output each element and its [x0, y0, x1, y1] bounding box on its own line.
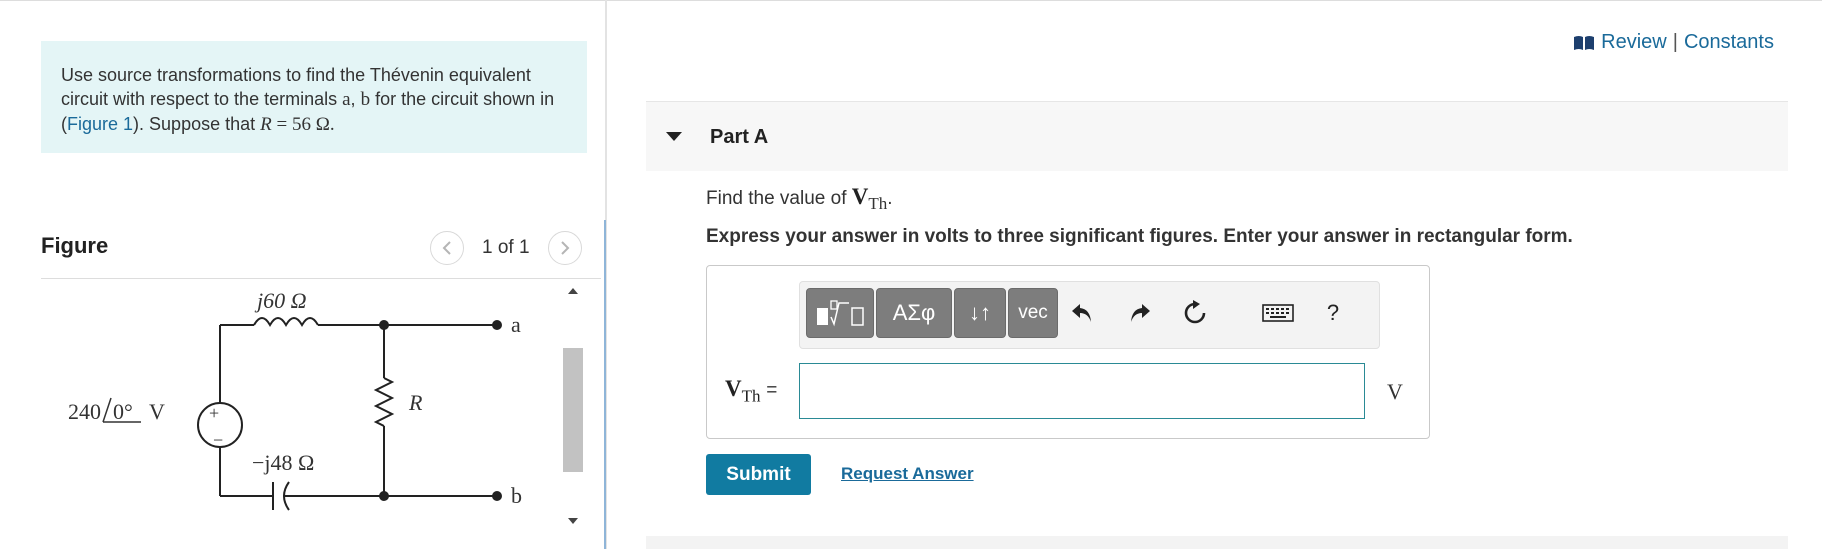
submit-button[interactable]: Submit — [706, 454, 811, 495]
arrows-button[interactable]: ↓↑ — [954, 288, 1006, 338]
vth-symbol: V — [851, 184, 869, 209]
vth-subscript: Th — [868, 193, 888, 213]
resistor-label: R — [408, 390, 423, 415]
inductor-symbol — [253, 317, 319, 328]
question-prefix: Find the value of — [706, 188, 852, 209]
part-title: Part A — [710, 126, 769, 148]
answer-label-sub: Th — [741, 386, 761, 406]
problem-statement: Use source transformations to find the T… — [41, 41, 587, 153]
review-link[interactable]: Review — [1601, 31, 1667, 54]
resistor-symbol — [373, 377, 395, 427]
node-bottom — [379, 491, 389, 501]
constants-link[interactable]: Constants — [1684, 31, 1774, 54]
terminal-a-label: a — [511, 312, 521, 337]
comma: , — [350, 89, 361, 109]
chevron-right-icon — [560, 241, 569, 255]
scroll-thumb[interactable] — [563, 348, 583, 472]
terminal-b-symbol: b — [360, 89, 371, 110]
scroll-down-icon[interactable] — [568, 518, 578, 524]
next-figure-button[interactable] — [547, 231, 582, 265]
redo-button[interactable] — [1122, 296, 1156, 330]
terminal-a-symbol: a — [342, 89, 351, 110]
question-text: Find the value of VTh. — [706, 184, 893, 214]
math-toolbar: ΑΣφ ↓↑ vec ? — [799, 281, 1380, 349]
review-constants: Review | Constants — [1573, 31, 1774, 54]
next-part-strip — [646, 536, 1788, 549]
instruction-text: Express your answer in volts to three si… — [706, 226, 1573, 247]
source-unit: V — [149, 399, 165, 424]
figure-link[interactable]: Figure 1 — [67, 114, 133, 134]
reset-button[interactable] — [1178, 296, 1212, 330]
keyboard-icon — [1262, 304, 1294, 322]
answer-input[interactable] — [799, 363, 1365, 419]
part-a-header[interactable]: Part A — [646, 101, 1788, 171]
figure-scrollbar[interactable] — [562, 280, 584, 549]
circuit-figure: j60 Ω −j48 Ω + − R a b 240 0° V — [41, 280, 561, 549]
source-minus: − — [213, 430, 223, 450]
answer-container: ΑΣφ ↓↑ vec ? VTh = V — [706, 265, 1430, 439]
redo-icon — [1131, 304, 1150, 322]
r-symbol: R — [260, 114, 272, 135]
undo-icon — [1072, 304, 1091, 322]
header-separator: | — [1672, 31, 1678, 53]
source-angle: 0° — [113, 399, 133, 424]
keyboard-button[interactable] — [1260, 296, 1296, 330]
chevron-left-icon — [442, 241, 451, 255]
answer-equals: = — [766, 380, 778, 401]
terminal-b-label: b — [511, 483, 522, 508]
answer-label: VTh = — [725, 376, 777, 407]
caret-down-icon[interactable] — [666, 132, 682, 141]
templates-button[interactable] — [806, 288, 874, 338]
greek-button[interactable]: ΑΣφ — [876, 288, 952, 338]
inductor-label: j60 Ω — [254, 288, 307, 313]
pager-text: 1 of 1 — [482, 237, 530, 258]
source-plus: + — [209, 403, 219, 423]
answer-label-v: V — [725, 376, 742, 401]
prev-figure-button[interactable] — [430, 231, 464, 265]
figure-panel-edge — [604, 220, 606, 549]
problem-text-after: ). Suppose that — [133, 114, 261, 134]
circuit-diagram: j60 Ω −j48 Ω + − R a b 240 0° V — [68, 288, 522, 511]
undo-button[interactable] — [1066, 296, 1100, 330]
source-magnitude: 240 — [68, 399, 101, 424]
node-top — [379, 320, 389, 330]
r-value: = 56 Ω. — [271, 114, 335, 135]
book-icon — [1574, 35, 1595, 50]
question-suffix: . — [887, 188, 893, 209]
vec-button[interactable]: vec — [1008, 288, 1058, 338]
terminal-b-dot — [492, 491, 502, 501]
figure-pager: 1 of 1 — [430, 230, 582, 266]
help-button[interactable]: ? — [1316, 296, 1350, 330]
scroll-up-icon[interactable] — [568, 288, 578, 294]
reset-icon — [1184, 300, 1206, 324]
templates-icon — [817, 300, 864, 327]
answer-unit: V — [1387, 379, 1403, 404]
figure-title: Figure — [41, 233, 109, 258]
capacitor-label: −j48 Ω — [252, 450, 314, 475]
request-answer-link[interactable]: Request Answer — [841, 464, 974, 484]
figure-rule — [41, 278, 601, 279]
terminal-a-dot — [492, 320, 502, 330]
top-rule — [0, 0, 1822, 1]
